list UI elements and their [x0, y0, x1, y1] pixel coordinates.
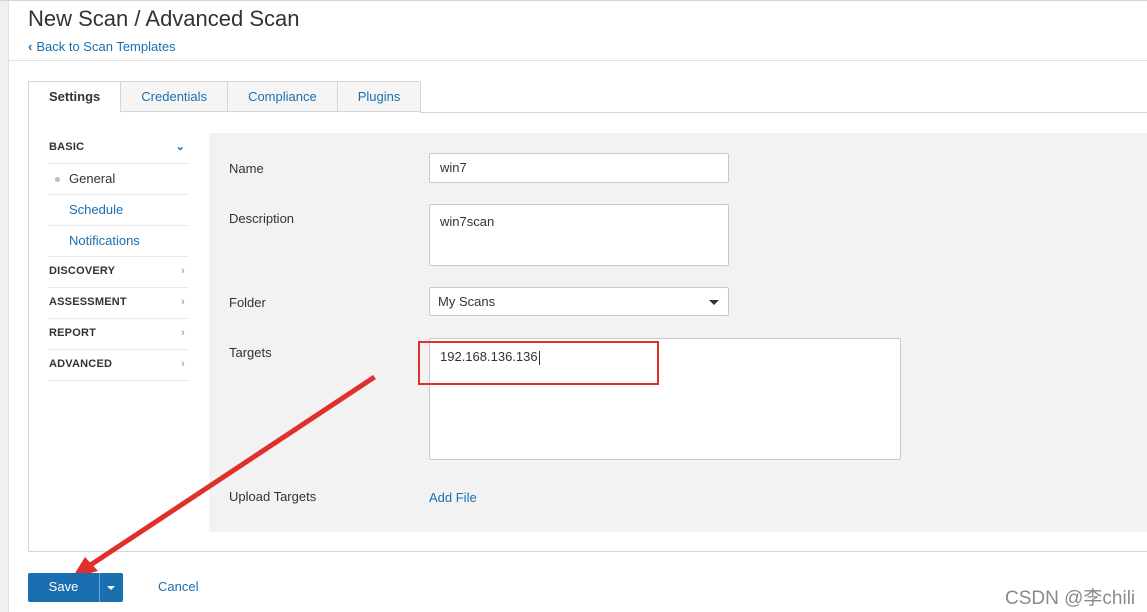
- save-button[interactable]: Save: [28, 573, 99, 602]
- watermark: CSDN @李chili: [1005, 588, 1136, 609]
- annotation-arrow-shaft: [89, 375, 376, 567]
- annotation-arrow: [72, 375, 376, 578]
- cancel-link[interactable]: Cancel: [158, 579, 198, 594]
- caret-down-icon: [107, 586, 115, 590]
- save-options-dropdown[interactable]: [99, 573, 123, 602]
